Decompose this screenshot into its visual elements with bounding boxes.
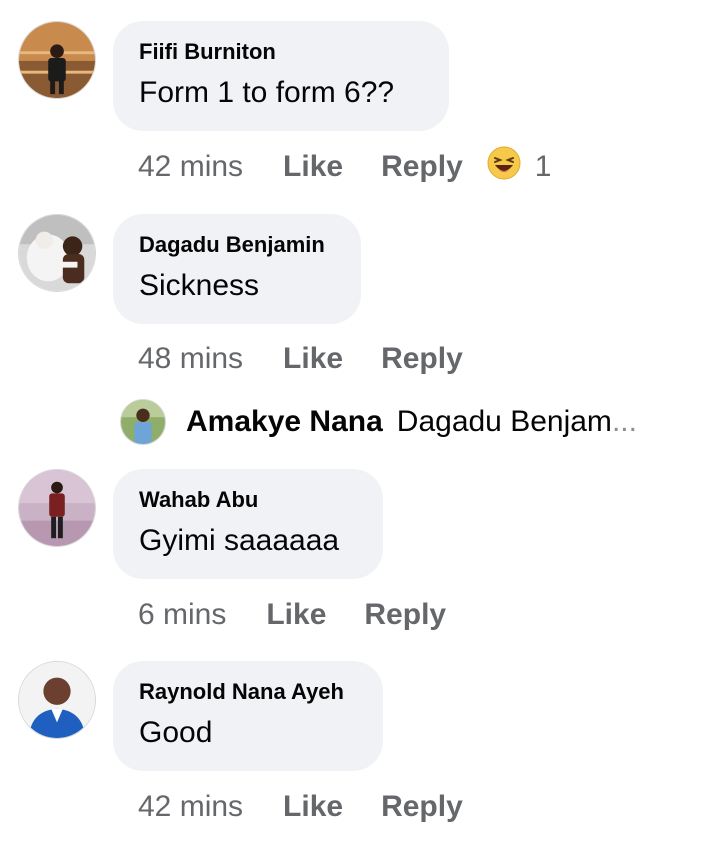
avatar[interactable]	[18, 214, 96, 292]
comment-text: Gyimi saaaaaa	[139, 524, 340, 557]
comment-bubble: Fiifi Burniton Form 1 to form 6??	[113, 21, 449, 131]
reaction-summary[interactable]: 1	[487, 146, 552, 188]
comment-bubble: Dagadu Benjamin Sickness	[113, 214, 361, 324]
reply-button[interactable]: Reply	[381, 790, 463, 824]
reply-button[interactable]: Reply	[364, 598, 446, 632]
reply-preview[interactable]: Amakye Nana Dagadu Benjam ...	[120, 398, 637, 446]
comment-author[interactable]: Fiifi Burniton	[139, 39, 423, 65]
comment-actions: 42 mins Like Reply	[138, 787, 463, 827]
like-button[interactable]: Like	[283, 342, 343, 376]
comment-actions: 6 mins Like Reply	[138, 595, 446, 635]
reply-text: Dagadu Benjam	[396, 405, 612, 438]
reply-ellipsis: ...	[611, 405, 637, 438]
comment-author[interactable]: Raynold Nana Ayeh	[139, 679, 357, 705]
comment-bubble: Raynold Nana Ayeh Good	[113, 661, 383, 771]
comment-time[interactable]: 42 mins	[138, 150, 243, 184]
avatar[interactable]	[18, 21, 96, 99]
avatar[interactable]	[18, 469, 96, 547]
comment-time[interactable]: 6 mins	[138, 598, 226, 632]
comment-text: Sickness	[139, 269, 260, 302]
comment-text: Form 1 to form 6??	[139, 76, 395, 109]
reply-button[interactable]: Reply	[381, 342, 463, 376]
comment-actions: 42 mins Like Reply 1	[138, 146, 552, 188]
comment-actions: 48 mins Like Reply	[138, 339, 463, 379]
comment-author[interactable]: Wahab Abu	[139, 487, 357, 513]
reply-author[interactable]: Amakye Nana	[186, 405, 383, 439]
avatar[interactable]	[120, 399, 166, 445]
laughing-emoji-icon	[487, 146, 521, 188]
like-button[interactable]: Like	[266, 598, 326, 632]
like-button[interactable]: Like	[283, 790, 343, 824]
comment-time[interactable]: 48 mins	[138, 342, 243, 376]
avatar[interactable]	[18, 661, 96, 739]
comment-author[interactable]: Dagadu Benjamin	[139, 232, 335, 258]
comment-bubble: Wahab Abu Gyimi saaaaaa	[113, 469, 383, 579]
reply-button[interactable]: Reply	[381, 150, 463, 184]
comment-text: Good	[139, 716, 213, 749]
reaction-count: 1	[534, 150, 552, 183]
comment-time[interactable]: 42 mins	[138, 790, 243, 824]
like-button[interactable]: Like	[283, 150, 343, 184]
